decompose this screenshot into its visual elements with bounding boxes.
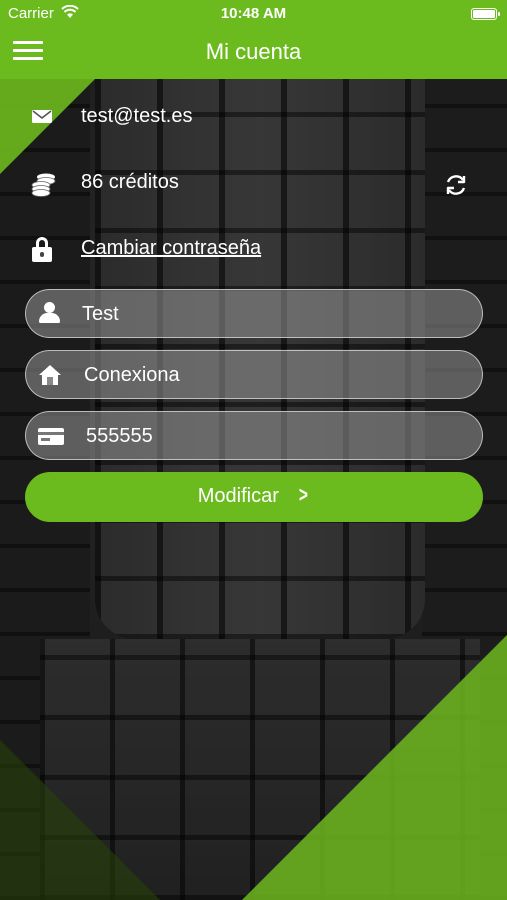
change-password-link[interactable]: Cambiar contraseña <box>81 237 261 260</box>
user-icon <box>38 302 62 326</box>
status-bar: Carrier 10:48 AM <box>0 0 507 28</box>
company-field[interactable] <box>25 350 483 399</box>
email-row: test@test.es <box>0 98 507 138</box>
chevron-right-icon: > <box>299 482 309 507</box>
name-field[interactable] <box>25 289 483 338</box>
refresh-icon[interactable] <box>443 172 469 198</box>
decorative-triangle-bottom-right <box>242 635 507 900</box>
card-icon <box>38 424 64 448</box>
modify-button[interactable]: Modificar > <box>25 472 483 522</box>
mail-icon <box>30 104 56 130</box>
modify-button-label: Modificar <box>197 485 279 507</box>
coins-icon <box>30 170 56 197</box>
company-input[interactable] <box>84 360 464 390</box>
clock: 10:48 AM <box>220 5 287 22</box>
page-title: Mi cuenta <box>205 39 302 64</box>
battery-icon <box>471 8 500 20</box>
lock-icon <box>30 236 56 262</box>
password-row: Cambiar contraseña <box>0 230 507 270</box>
email-text: test@test.es <box>81 105 193 127</box>
credits-row: 86 créditos <box>0 164 507 204</box>
card-input[interactable] <box>86 421 466 451</box>
card-field[interactable] <box>25 411 483 460</box>
name-input[interactable] <box>82 299 462 329</box>
decorative-triangle-bottom-left <box>0 740 160 900</box>
credits-text: 86 créditos <box>81 171 179 193</box>
navigation-bar: Mi cuenta <box>0 28 507 79</box>
home-icon <box>38 363 62 387</box>
